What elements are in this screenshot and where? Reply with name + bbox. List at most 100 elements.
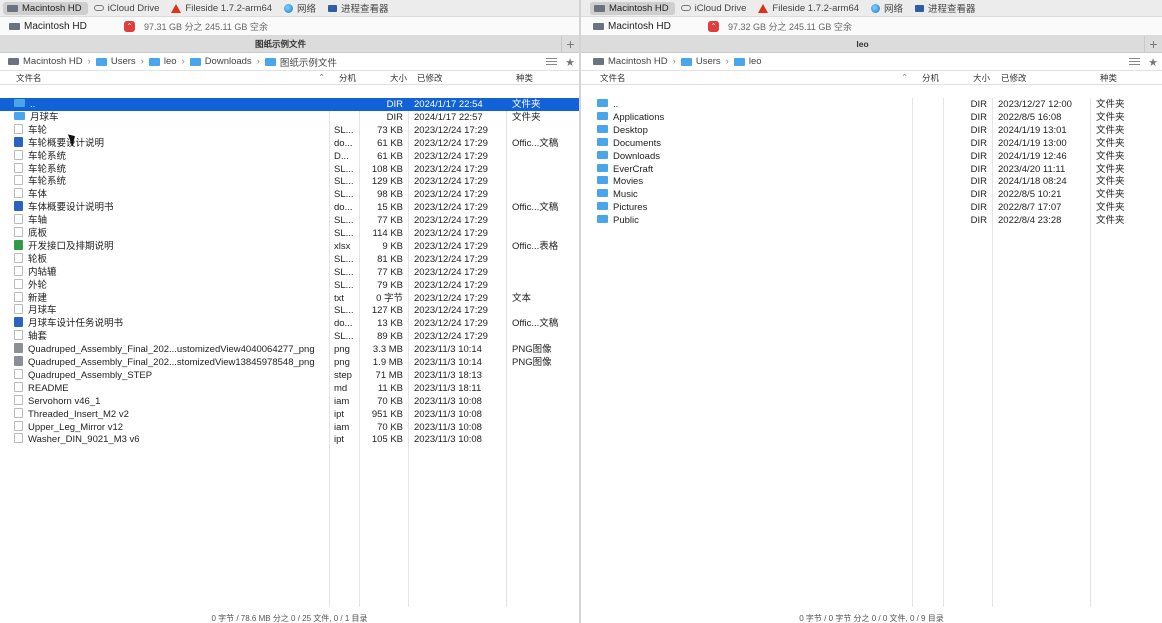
- file-modified-cell: 2024/1/17 22:57: [414, 111, 483, 123]
- table-row[interactable]: Music DIR 2022/8/5 10:21 文件夹: [581, 188, 1162, 201]
- table-row[interactable]: Downloads DIR 2024/1/19 12:46 文件夹: [581, 150, 1162, 163]
- breadcrumb-item[interactable]: Users: [680, 56, 721, 67]
- table-row[interactable]: Applications DIR 2022/8/5 16:08 文件夹: [581, 111, 1162, 124]
- table-row[interactable]: 车轴 SL... 77 KB 2023/12/24 17:29: [0, 214, 579, 227]
- image-icon: [14, 343, 23, 354]
- table-row[interactable]: 车体概要设计说明书 do... 15 KB 2023/12/24 17:29 Offic…: [0, 201, 579, 214]
- col-name[interactable]: 文件名: [16, 72, 42, 84]
- file-name-cell: 月球车: [14, 111, 327, 124]
- table-row[interactable]: 轮板 SL... 81 KB 2023/12/24 17:29: [0, 252, 579, 266]
- file-name: Downloads: [613, 150, 660, 162]
- volume-bar[interactable]: Macintosh HD ⌃ 97.31 GB 分之 245.11 GB 空余: [0, 17, 579, 36]
- star-icon[interactable]: ★: [1148, 56, 1158, 69]
- list-view-icon[interactable]: [1129, 58, 1141, 67]
- breadcrumb-separator: ›: [87, 56, 91, 67]
- table-row[interactable]: Quadruped_Assembly_Final_202...ustomized…: [0, 343, 579, 356]
- col-modified[interactable]: 已修改: [1001, 72, 1027, 84]
- file-name-cell: Upper_Leg_Mirror v12: [14, 420, 327, 434]
- table-row[interactable]: Quadruped_Assembly_Final_202...stomizedV…: [0, 356, 579, 369]
- table-row[interactable]: Public DIR 2022/8/4 23:28 文件夹: [581, 214, 1162, 227]
- col-kind[interactable]: 种类: [516, 72, 533, 84]
- col-ext[interactable]: 分机: [339, 72, 356, 84]
- col-kind[interactable]: 种类: [1100, 72, 1117, 84]
- breadcrumb-item[interactable]: Macintosh HD: [593, 56, 668, 67]
- fav-process-viewer[interactable]: 进程查看器: [324, 2, 395, 15]
- breadcrumb-item[interactable]: 图纸示例文件: [264, 55, 337, 69]
- table-row[interactable]: Servohorn v46_1 iam 70 KB 2023/11/3 10:08: [0, 394, 579, 408]
- sort-chevron-icon[interactable]: ⌃: [901, 72, 908, 83]
- file-modified-cell: 2023/12/24 17:29: [414, 228, 488, 239]
- fav-icloud-drive[interactable]: iCloud Drive: [90, 2, 166, 15]
- fav-fileside[interactable]: Fileside 1.7.2-arm64: [167, 2, 278, 15]
- table-row[interactable]: EverCraft DIR 2023/4/20 11:11 文件夹: [581, 163, 1162, 176]
- fav-network[interactable]: 网络: [280, 2, 322, 15]
- table-row[interactable]: Threaded_Insert_M2 v2 ipt 951 KB 2023/11/3 …: [0, 407, 579, 421]
- table-row[interactable]: 内轱辘 SL... 77 KB 2023/12/24 17:29: [0, 265, 579, 279]
- col-ext[interactable]: 分机: [922, 72, 939, 84]
- table-row[interactable]: Documents DIR 2024/1/19 13:00 文件夹: [581, 137, 1162, 150]
- status-bar: 0 字节 / 0 字节 分之 0 / 0 文件, 0 / 9 目录: [799, 614, 944, 623]
- file-size-cell: 70 KB: [377, 421, 403, 433]
- file-icon: [14, 381, 23, 392]
- col-modified[interactable]: 已修改: [417, 72, 443, 84]
- add-tab-button[interactable]: +: [561, 35, 579, 53]
- file-ext-cell: SL...: [334, 279, 354, 291]
- fav-macintosh-hd[interactable]: Macintosh HD: [590, 1, 675, 15]
- table-row[interactable]: .. DIR 2023/12/27 12:00 文件夹: [581, 98, 1162, 111]
- fav-macintosh-hd[interactable]: Macintosh HD: [3, 1, 88, 15]
- table-row[interactable]: 底板 SL... 114 KB 2023/12/24 17:29: [0, 227, 579, 240]
- sort-chevron-icon[interactable]: ⌃: [318, 72, 325, 83]
- table-row[interactable]: 车体 SL... 98 KB 2023/12/24 17:29: [0, 188, 579, 201]
- breadcrumb-tools: ★: [546, 56, 575, 69]
- table-row[interactable]: 车轮系统 SL... 108 KB 2023/12/24 17:29: [0, 162, 579, 176]
- col-name[interactable]: 文件名: [600, 72, 626, 84]
- table-row[interactable]: 月球车设计任务说明书 do... 13 KB 2023/12/24 17:29 Offi…: [0, 317, 579, 330]
- monitor-icon: [915, 4, 925, 12]
- col-size[interactable]: 大小: [390, 72, 407, 84]
- breadcrumb-item[interactable]: leo: [733, 56, 762, 67]
- table-row[interactable]: 车轮系统 D... 61 KB 2023/12/24 17:29: [0, 149, 579, 163]
- table-row[interactable]: .. DIR 2024/1/17 22:54 文件夹: [0, 98, 579, 111]
- table-row[interactable]: 车轮系统 SL... 129 KB 2023/12/24 17:29: [0, 175, 579, 188]
- table-row[interactable]: Pictures DIR 2022/8/7 17:07 文件夹: [581, 201, 1162, 214]
- volume-bar[interactable]: Macintosh HD ⌃ 97.32 GB 分之 245.11 GB 空余: [581, 17, 1162, 36]
- file-name: Quadruped_Assembly_STEP: [28, 369, 153, 381]
- file-size-cell: 79 KB: [377, 279, 403, 291]
- fav-process-viewer[interactable]: 进程查看器: [911, 2, 982, 15]
- table-row[interactable]: 轴套 SL... 89 KB 2023/12/24 17:29: [0, 330, 579, 343]
- breadcrumb-item[interactable]: Users: [95, 56, 136, 67]
- table-row[interactable]: 月球车 DIR 2024/1/17 22:57 文件夹: [0, 111, 579, 124]
- file-ext-cell: SL...: [334, 228, 354, 239]
- volume-eject-icon[interactable]: ⌃: [124, 20, 135, 32]
- table-row[interactable]: Desktop DIR 2024/1/19 13:01 文件夹: [581, 124, 1162, 137]
- folder-icon: [597, 163, 608, 172]
- list-view-icon[interactable]: [546, 58, 558, 67]
- breadcrumb-item[interactable]: Macintosh HD: [8, 56, 83, 67]
- table-row[interactable]: 车轮 SL... 73 KB 2023/12/24 17:29: [0, 123, 579, 137]
- table-row[interactable]: Movies DIR 2024/1/18 08:24 文件夹: [581, 175, 1162, 188]
- breadcrumb-item[interactable]: Downloads: [189, 56, 252, 67]
- star-icon[interactable]: ★: [565, 56, 575, 69]
- table-row[interactable]: 新建 txt 0 字节 2023/12/24 17:29 文本: [0, 291, 579, 305]
- breadcrumb-item[interactable]: leo: [148, 56, 177, 67]
- folder-icon: [14, 111, 25, 120]
- file-size-cell: 61 KB: [377, 150, 403, 162]
- file-ext-cell: step: [334, 369, 352, 381]
- fav-fileside[interactable]: Fileside 1.7.2-arm64: [754, 2, 865, 15]
- table-row[interactable]: Washer_DIN_9021_M3 v6 ipt 105 KB 2023/11/3 …: [0, 433, 579, 446]
- table-row[interactable]: 开发接口及排期说明 xlsx 9 KB 2023/12/24 17:29 Offic..…: [0, 239, 579, 253]
- table-row[interactable]: 月球车 SL... 127 KB 2023/12/24 17:29: [0, 304, 579, 317]
- volume-eject-icon[interactable]: ⌃: [708, 20, 719, 32]
- fav-network[interactable]: 网络: [867, 2, 909, 15]
- file-icon: [14, 227, 23, 237]
- table-row[interactable]: 车轮概要设计说明 do... 61 KB 2023/12/24 17:29 Offic.…: [0, 136, 579, 150]
- add-tab-button[interactable]: +: [1144, 35, 1162, 53]
- file-size-cell: 15 KB: [377, 202, 403, 214]
- col-size[interactable]: 大小: [973, 72, 990, 84]
- table-row[interactable]: 外轮 SL... 79 KB 2023/12/24 17:29: [0, 278, 579, 292]
- table-row[interactable]: Upper_Leg_Mirror v12 iam 70 KB 2023/11/3 10…: [0, 420, 579, 434]
- fav-icloud-drive[interactable]: iCloud Drive: [677, 2, 753, 15]
- table-row[interactable]: Quadruped_Assembly_STEP step 71 MB 2023/11/…: [0, 368, 579, 382]
- file-modified-cell: 2023/12/27 12:00: [998, 99, 1072, 110]
- table-row[interactable]: README md 11 KB 2023/11/3 18:11: [0, 381, 579, 395]
